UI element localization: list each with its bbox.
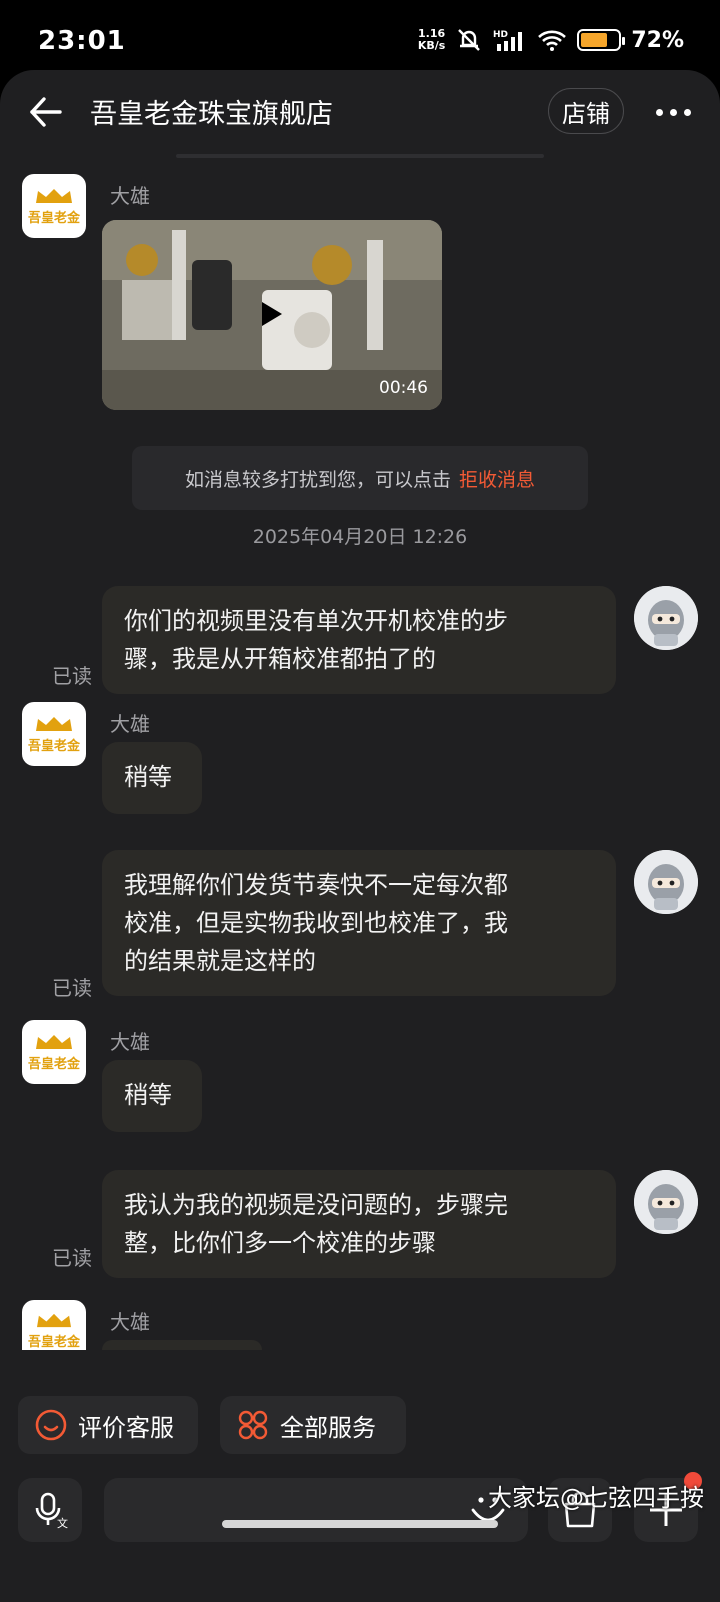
message-timestamp: 2025年04月20日 12:26 (252, 526, 468, 548)
shop-logo-text: 吾皇老金 (27, 738, 80, 754)
message-line: 你们的视频里没有单次开机校准的步 (124, 607, 508, 635)
user-avatar[interactable] (634, 850, 698, 914)
grid-circles-icon (238, 1410, 268, 1440)
message-line: 的结果就是这样的 (124, 947, 316, 975)
user-message-bubble[interactable]: 我认为我的视频是没问题的，步骤完 整，比你们多一个校准的步骤 (102, 1170, 616, 1278)
reject-messages-link[interactable]: 拒收消息 (459, 465, 535, 492)
signal-hd-icon: HD (493, 30, 523, 51)
read-receipt: 已读 (52, 1246, 92, 1270)
read-receipt: 已读 (52, 664, 92, 688)
voice-translate-button[interactable]: 文 (18, 1478, 82, 1542)
message-line: 整，比你们多一个校准的步骤 (124, 1229, 436, 1257)
crown-logo-icon (37, 1313, 71, 1328)
play-icon[interactable] (262, 302, 282, 326)
shop-message-bubble[interactable]: 稍等 (102, 742, 202, 814)
user-message-bubble[interactable]: 我理解你们发货节奏快不一定每次都 校准，但是实物我收到也校准了，我 的结果就是这… (102, 850, 616, 996)
shop-logo-text: 吾皇老金 (27, 1335, 80, 1350)
watermark: 大家坛@七弦四手按 (488, 1484, 704, 1512)
read-receipt: 已读 (52, 976, 92, 1000)
sender-name: 大雄 (110, 1310, 150, 1334)
svg-text:文: 文 (57, 1516, 68, 1530)
shop-logo-text: 吾皇老金 (27, 210, 80, 226)
scroll-indicator (176, 154, 544, 158)
rate-service-button[interactable]: 评价客服 (18, 1396, 198, 1454)
sender-name: 大雄 (110, 1030, 150, 1054)
smile-circle-icon (35, 1409, 67, 1441)
shop-avatar[interactable]: 吾皇老金 (22, 174, 86, 238)
battery-icon (577, 29, 626, 51)
clock: 23:01 (38, 26, 126, 56)
network-speed: 1.16 KB/s (418, 28, 445, 52)
battery-percent: 72% (631, 27, 684, 53)
shop-logo-text: 吾皇老金 (27, 1056, 80, 1072)
all-services-button[interactable]: 全部服务 (220, 1396, 406, 1454)
system-notice-text: 如消息较多打扰到您，可以点击 (184, 468, 451, 491)
wifi-icon (538, 30, 567, 51)
microphone-icon: 文 (35, 1492, 68, 1530)
svg-text:HD: HD (493, 30, 508, 40)
rate-service-label: 评价客服 (78, 1413, 174, 1442)
more-options-icon[interactable] (656, 102, 696, 122)
message-line: 我理解你们发货节奏快不一定每次都 (124, 871, 508, 899)
status-icons: 1.16 KB/s HD 72% (418, 26, 684, 54)
user-avatar[interactable] (634, 1170, 698, 1234)
ninja-avatar-icon (634, 850, 698, 914)
system-notice: 如消息较多打扰到您，可以点击 拒收消息 (132, 446, 588, 510)
message-input[interactable] (104, 1478, 528, 1542)
crown-logo-icon (36, 1034, 72, 1049)
sender-name: 大雄 (110, 184, 150, 208)
store-button[interactable]: 店铺 (548, 88, 624, 134)
message-line: 我认为我的视频是没问题的，步骤完 (124, 1191, 508, 1219)
crown-logo-icon (36, 188, 72, 203)
status-bar: 23:01 1.16 KB/s HD 72% (0, 0, 720, 80)
ninja-avatar-icon (634, 586, 698, 650)
mute-bell-icon (458, 29, 481, 51)
video-message[interactable]: 00:46 (102, 220, 442, 410)
chat-screen: 吾皇老金珠宝旗舰店 店铺 吾皇老金 大雄 00:46 如消息较多打扰到您，可以点… (0, 70, 720, 1602)
user-message-bubble[interactable]: 你们的视频里没有单次开机校准的步 骤，我是从开箱校准都拍了的 (102, 586, 616, 694)
shop-avatar[interactable]: 吾皇老金 (22, 1300, 86, 1350)
video-duration: 00:46 (379, 378, 428, 398)
shop-avatar[interactable]: 吾皇老金 (22, 1020, 86, 1084)
message-line: 骤，我是从开箱校准都拍了的 (124, 645, 436, 673)
chat-title: 吾皇老金珠宝旗舰店 (90, 99, 333, 130)
user-avatar[interactable] (634, 586, 698, 650)
network-speed-unit: KB/s (417, 39, 446, 52)
back-arrow-icon[interactable] (26, 92, 66, 132)
chat-header: 吾皇老金珠宝旗舰店 店铺 (0, 70, 720, 158)
shop-avatar[interactable]: 吾皇老金 (22, 702, 86, 766)
sender-name: 大雄 (110, 712, 150, 736)
shop-message-bubble-partial (102, 1340, 262, 1350)
message-line: 校准，但是实物我收到也校准了，我 (124, 909, 508, 937)
ninja-avatar-icon (634, 1170, 698, 1234)
crown-logo-icon (36, 716, 72, 731)
home-indicator[interactable] (222, 1520, 498, 1528)
all-services-label: 全部服务 (280, 1413, 376, 1442)
shop-message-bubble[interactable]: 稍等 (102, 1060, 202, 1132)
